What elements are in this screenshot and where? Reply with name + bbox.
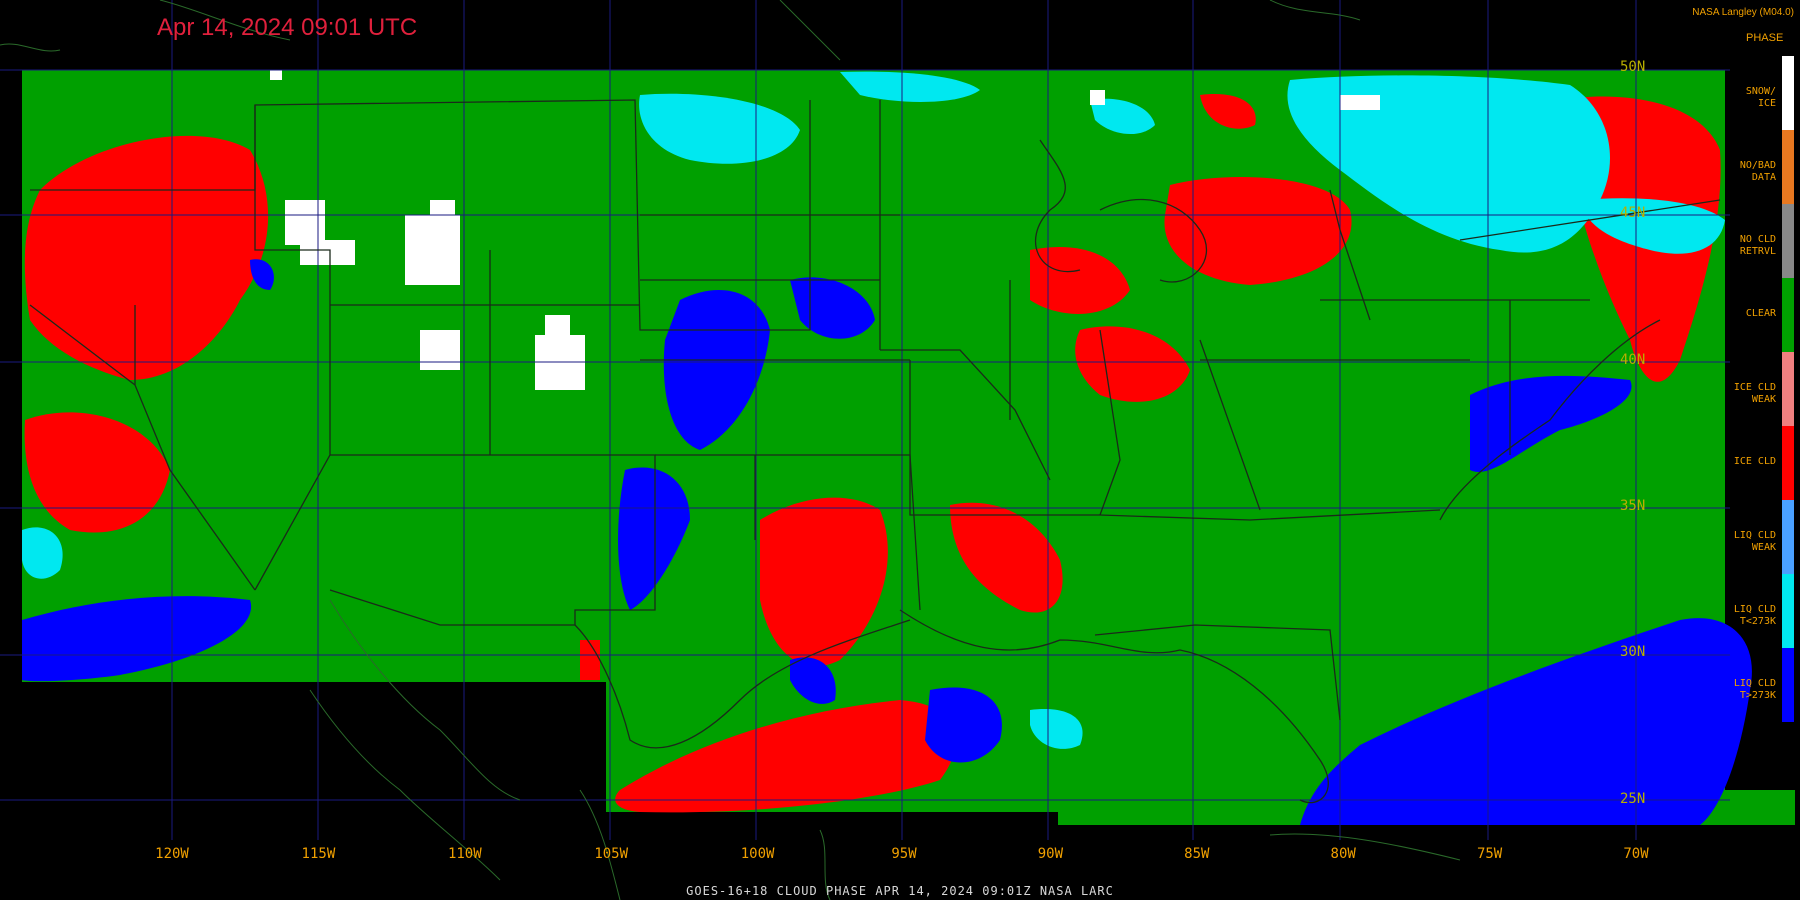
latitude-label: 50N xyxy=(1620,59,1646,75)
footer-caption: GOES-16+18 CLOUD PHASE APR 14, 2024 09:0… xyxy=(686,884,1114,898)
legend-label: CLEAR xyxy=(1745,308,1776,319)
longitude-label: 120W xyxy=(155,846,189,862)
legend-label: NO CLD RETRVL xyxy=(1739,234,1776,257)
legend-swatch xyxy=(1782,500,1794,574)
longitude-label: 90W xyxy=(1037,846,1064,862)
legend-swatch xyxy=(1782,574,1794,648)
longitude-label: 115W xyxy=(301,846,336,862)
credit-label: NASA Langley (M04.0) xyxy=(1692,7,1794,18)
longitude-label: 80W xyxy=(1330,846,1356,862)
legend-swatch xyxy=(1782,130,1794,204)
longitude-label: 75W xyxy=(1476,846,1503,862)
legend-label: NO/BAD DATA xyxy=(1739,160,1776,183)
longitude-label: 110W xyxy=(447,846,482,862)
latitude-label: 25N xyxy=(1620,790,1646,807)
legend-label: LIQ CLD WEAK xyxy=(1733,530,1776,553)
legend-swatch xyxy=(1782,56,1794,130)
legend-swatch xyxy=(1782,278,1794,352)
latitude-label: 30N xyxy=(1620,644,1646,661)
latitude-label: 35N xyxy=(1620,497,1646,514)
cloud-phase-map xyxy=(0,0,1795,900)
legend-label: SNOW/ICE xyxy=(1745,86,1776,109)
legend-swatch xyxy=(1782,352,1794,426)
legend-swatch xyxy=(1782,204,1794,278)
legend-label: LIQ CLD T<273K xyxy=(1733,604,1776,627)
legend-swatch xyxy=(1782,426,1794,500)
legend-label: ICE CLD xyxy=(1733,456,1776,467)
longitude-label: 95W xyxy=(891,846,917,862)
legend-label: LIQ CLD T>273K xyxy=(1733,678,1776,701)
longitude-label: 70W xyxy=(1623,846,1649,862)
longitude-label: 85W xyxy=(1184,846,1210,862)
latitude-label: 45N xyxy=(1620,205,1646,222)
legend-title: PHASE xyxy=(1746,32,1784,44)
legend-label: ICE CLD WEAK xyxy=(1733,382,1776,405)
timestamp-title: Apr 14, 2024 09:01 UTC xyxy=(157,14,418,41)
legend-swatch xyxy=(1782,648,1794,722)
longitude-label: 105W xyxy=(594,846,629,862)
longitude-label: 100W xyxy=(740,846,775,862)
latitude-label: 40N xyxy=(1620,351,1646,368)
